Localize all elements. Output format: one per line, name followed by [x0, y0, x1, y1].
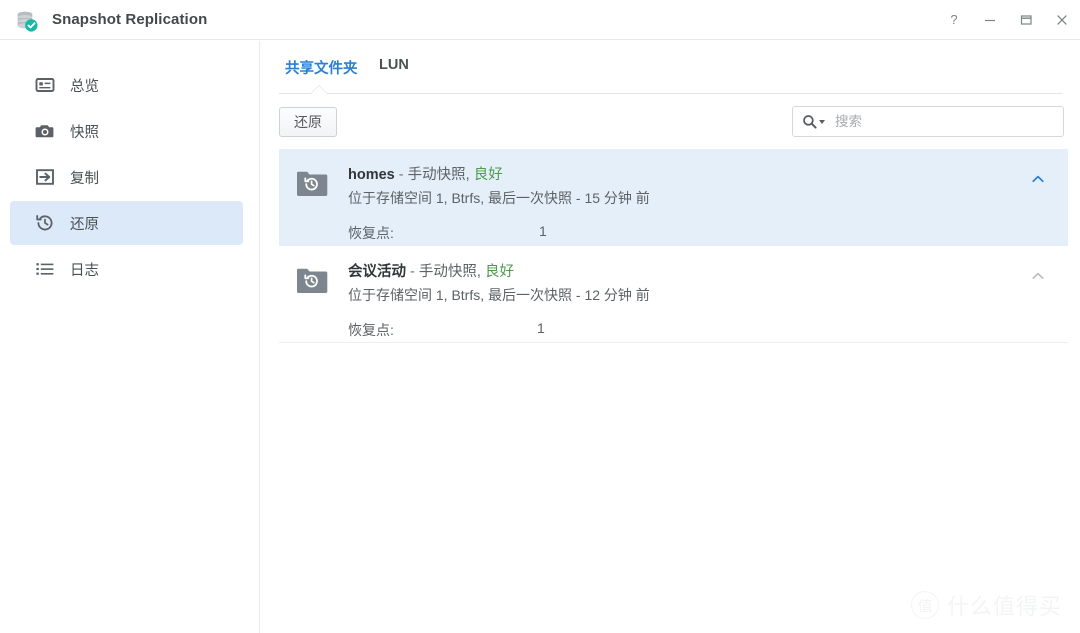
dropdown-caret-icon[interactable]: [819, 120, 825, 124]
window-title: Snapshot Replication: [52, 11, 207, 28]
row-restore-point-label: 恢复点:: [348, 223, 394, 243]
toolbar: 还原: [261, 103, 1080, 149]
tab-divider: [279, 93, 1062, 94]
tab-bar: 共享文件夹 LUN: [261, 57, 1080, 95]
row-separator: -: [406, 264, 419, 280]
restore-folder-icon: [296, 266, 328, 296]
table-row[interactable]: homes - 手动快照, 良好 位于存储空间 1, Btrfs, 最后一次快照…: [279, 149, 1068, 246]
list-log-icon: [34, 258, 56, 280]
row-title: 会议活动 - 手动快照, 良好: [348, 260, 514, 281]
sidebar-item-label: 总览: [70, 75, 99, 96]
maximize-button[interactable]: [1008, 0, 1044, 40]
active-tab-indicator: [311, 86, 327, 94]
title-bar: Snapshot Replication ?: [0, 0, 1080, 40]
row-type: 手动快照,: [419, 264, 485, 280]
sidebar-item-label: 复制: [70, 167, 99, 188]
window-controls: ?: [936, 0, 1080, 40]
camera-icon: [34, 120, 56, 142]
restore-folder-icon: [296, 169, 328, 199]
restore-button[interactable]: 还原: [279, 107, 337, 137]
close-button[interactable]: [1044, 0, 1080, 40]
database-clock-icon: [14, 8, 40, 34]
row-subtitle: 位于存储空间 1, Btrfs, 最后一次快照 - 12 分钟 前: [348, 285, 650, 305]
tab-shared-folder[interactable]: 共享文件夹: [285, 57, 358, 78]
replicate-arrow-icon: [34, 166, 56, 188]
sidebar-item-label: 快照: [70, 121, 99, 142]
sidebar-item-snapshot[interactable]: 快照: [10, 109, 243, 153]
svg-text:?: ?: [950, 13, 957, 27]
sidebar: 总览 快照 复制 还原: [0, 41, 260, 633]
tab-lun[interactable]: LUN: [379, 57, 409, 73]
row-separator: -: [395, 167, 408, 183]
sidebar-item-label: 还原: [70, 213, 99, 234]
sidebar-item-restore[interactable]: 还原: [10, 201, 243, 245]
search-box[interactable]: [792, 106, 1064, 137]
row-restore-point-value: 1: [537, 320, 545, 336]
row-restore-point-value: 1: [539, 223, 547, 239]
row-name: 会议活动: [348, 264, 406, 280]
row-title: homes - 手动快照, 良好: [348, 163, 503, 184]
row-subtitle: 位于存储空间 1, Btrfs, 最后一次快照 - 15 分钟 前: [348, 188, 650, 208]
row-name: homes: [348, 167, 395, 183]
table-row[interactable]: 会议活动 - 手动快照, 良好 位于存储空间 1, Btrfs, 最后一次快照 …: [279, 246, 1068, 343]
chevron-up-icon[interactable]: [1030, 171, 1046, 187]
minimize-button[interactable]: [972, 0, 1008, 40]
overview-card-icon: [34, 74, 56, 96]
search-icon: [802, 114, 817, 129]
sidebar-item-label: 日志: [70, 259, 99, 280]
row-type: 手动快照,: [408, 167, 474, 183]
restore-clock-icon: [34, 212, 56, 234]
search-input[interactable]: [833, 113, 1037, 130]
help-button[interactable]: ?: [936, 0, 972, 40]
chevron-up-icon[interactable]: [1030, 268, 1046, 284]
row-restore-point-label: 恢复点:: [348, 320, 394, 340]
content-area: 共享文件夹 LUN 还原: [261, 41, 1080, 633]
status-badge: 良好: [474, 167, 503, 183]
status-badge: 良好: [485, 264, 514, 280]
restore-list: homes - 手动快照, 良好 位于存储空间 1, Btrfs, 最后一次快照…: [261, 149, 1080, 343]
sidebar-item-overview[interactable]: 总览: [10, 63, 243, 107]
sidebar-item-replication[interactable]: 复制: [10, 155, 243, 199]
sidebar-item-log[interactable]: 日志: [10, 247, 243, 291]
